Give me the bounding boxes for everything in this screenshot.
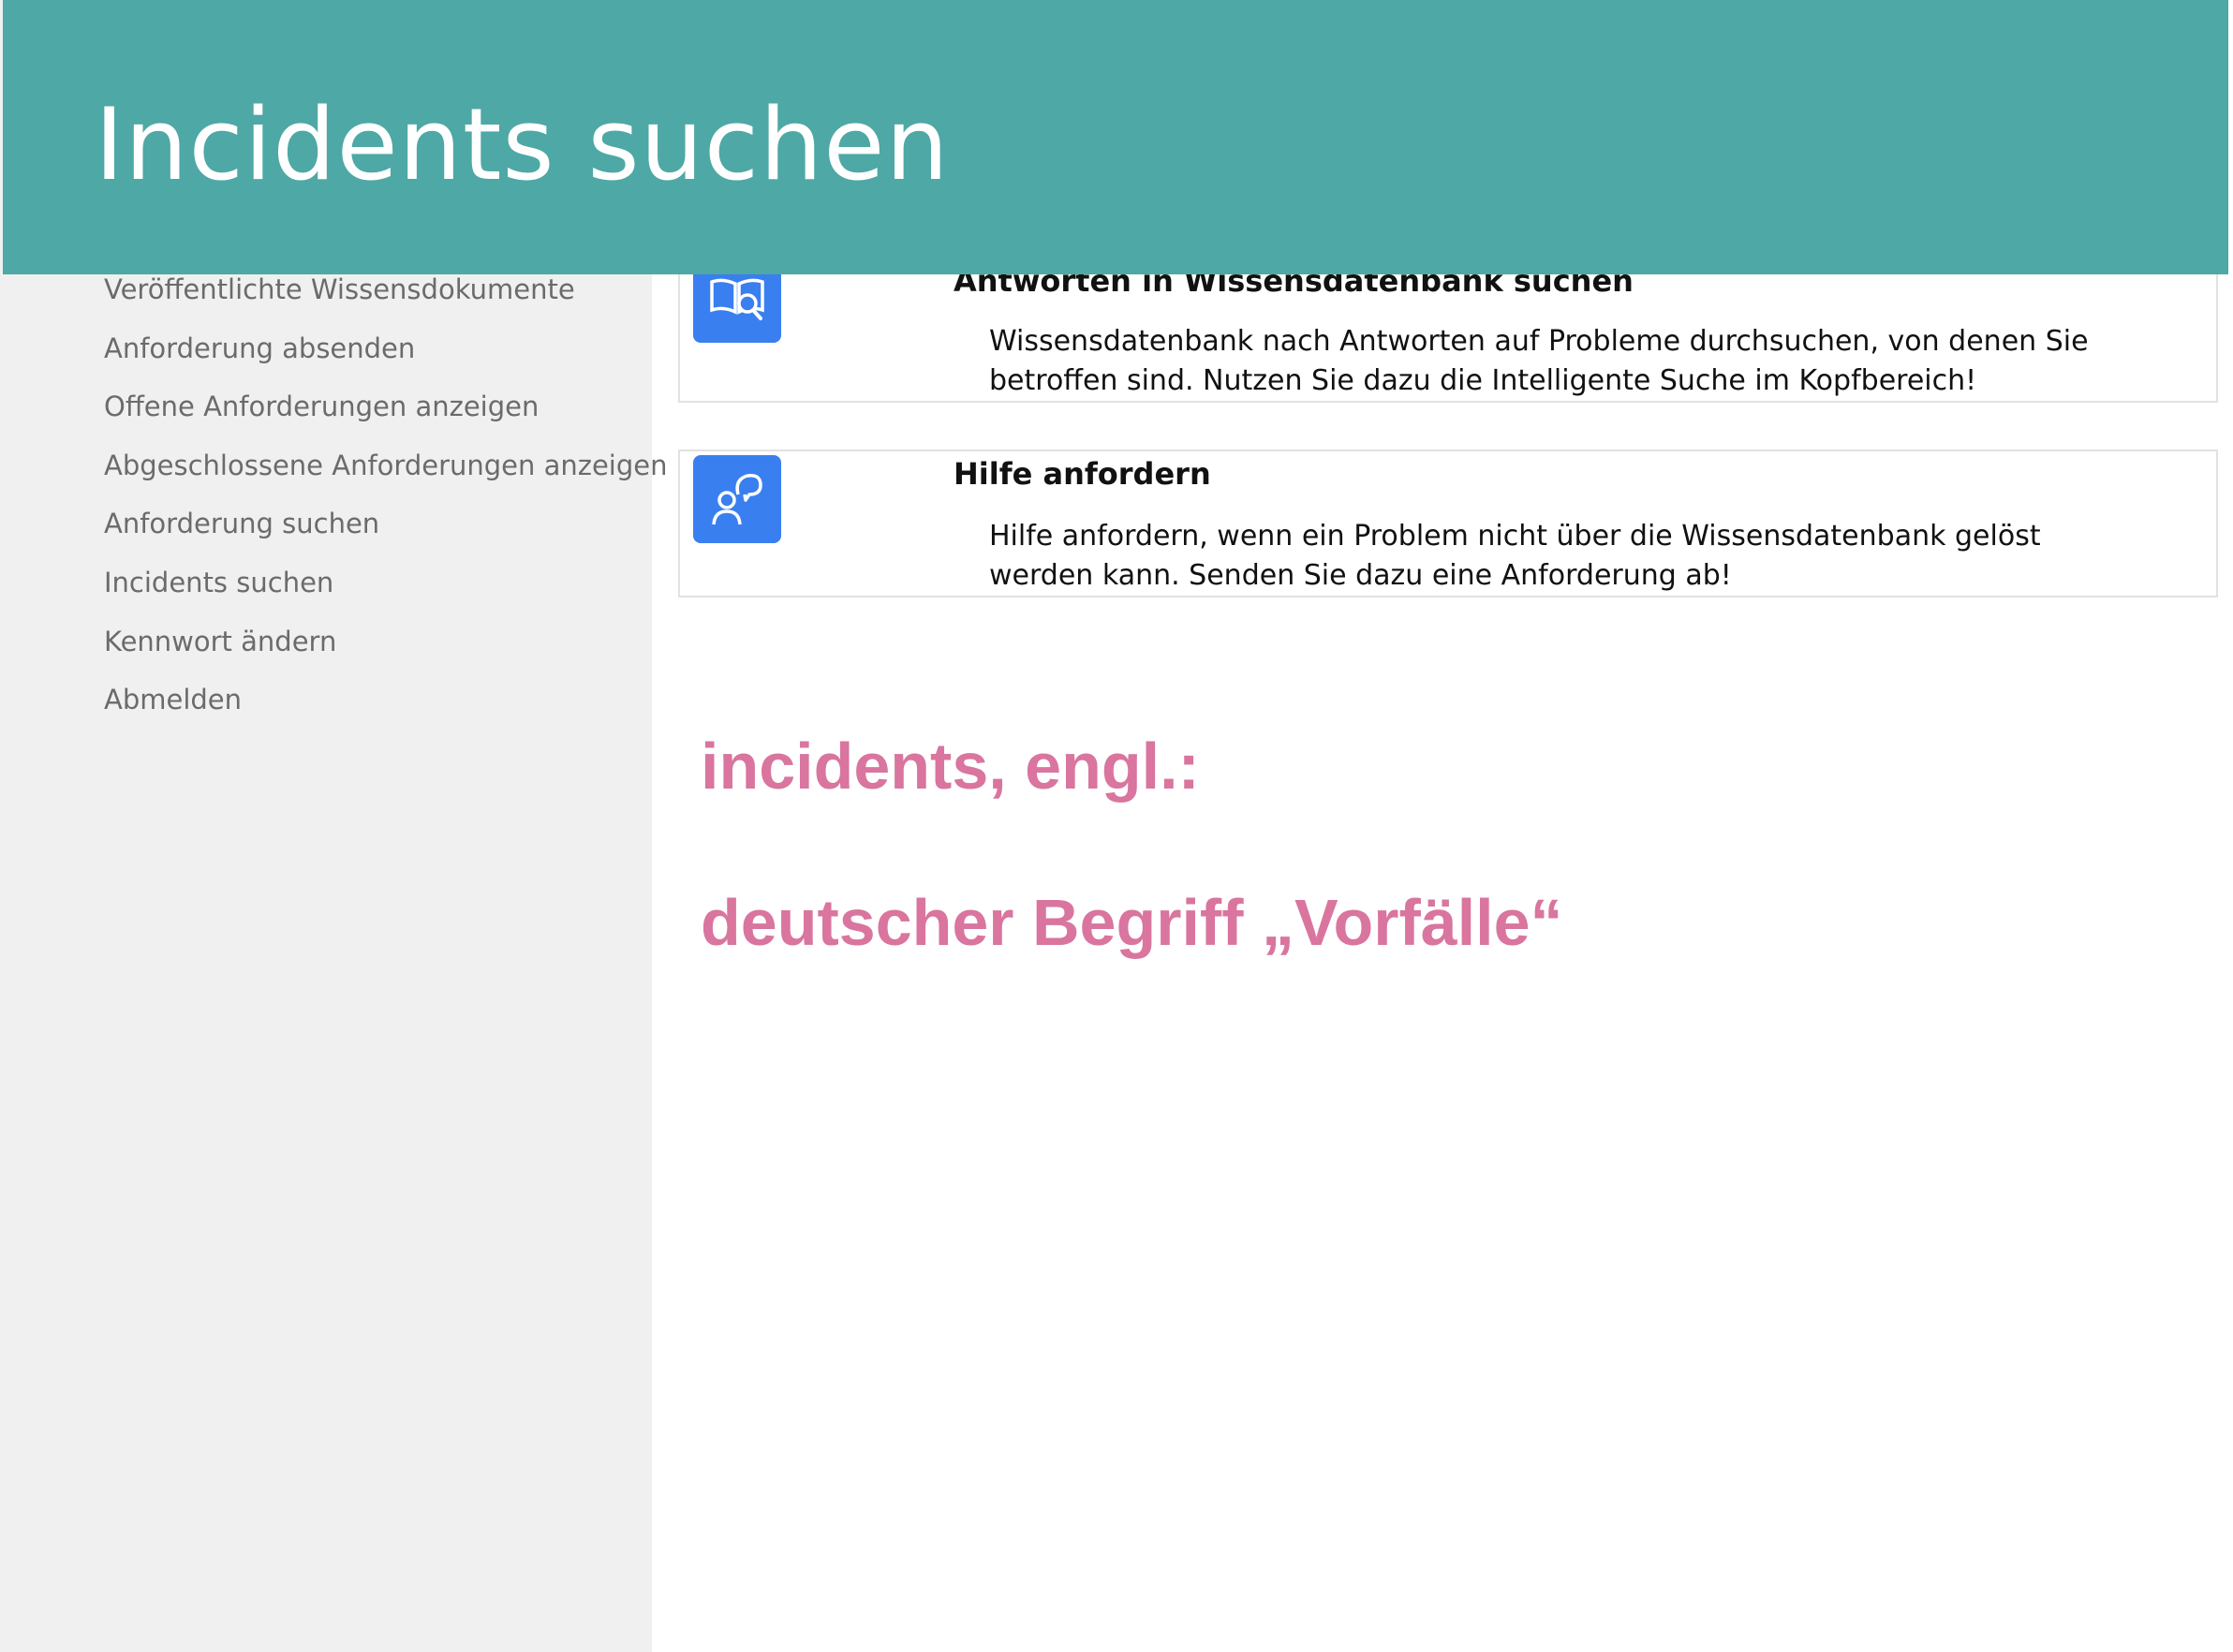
sidebar-menu: Veröffentlichte Wissensdokumente Anforde… [104, 268, 668, 737]
sidebar-item-closed-requests[interactable]: Abgeschlossene Anforderungen anzeigen [104, 444, 668, 503]
person-help-icon[interactable] [693, 455, 781, 543]
sidebar-item-change-password[interactable]: Kennwort ändern [104, 620, 668, 679]
card-title[interactable]: Hilfe anfordern [954, 455, 1211, 493]
sidebar-item-logout[interactable]: Abmelden [104, 678, 668, 737]
card-description: Wissensdatenbank nach Antworten auf Prob… [989, 325, 2089, 397]
request-help-card[interactable]: Hilfe anfordern Hilfe anfordern, wenn ei… [678, 450, 2218, 597]
translation-note-term: deutscher Begriff „Vorfälle“ [701, 886, 1563, 959]
sidebar-item-published-knowledge-documents[interactable]: Veröffentlichte Wissensdokumente [104, 268, 668, 327]
page-title: Incidents suchen [95, 87, 950, 202]
card-description: Hilfe anfordern, wenn ein Problem nicht … [989, 520, 2041, 592]
sidebar-item-search-incidents[interactable]: Incidents suchen [104, 561, 668, 620]
sidebar-item-open-requests[interactable]: Offene Anforderungen anzeigen [104, 385, 668, 444]
sidebar-item-submit-request[interactable]: Anforderung absenden [104, 327, 668, 386]
sidebar-item-search-request[interactable]: Anforderung suchen [104, 502, 668, 561]
translation-note-heading: incidents, engl.: [701, 730, 1200, 803]
slide-header: Incidents suchen [3, 0, 2228, 274]
